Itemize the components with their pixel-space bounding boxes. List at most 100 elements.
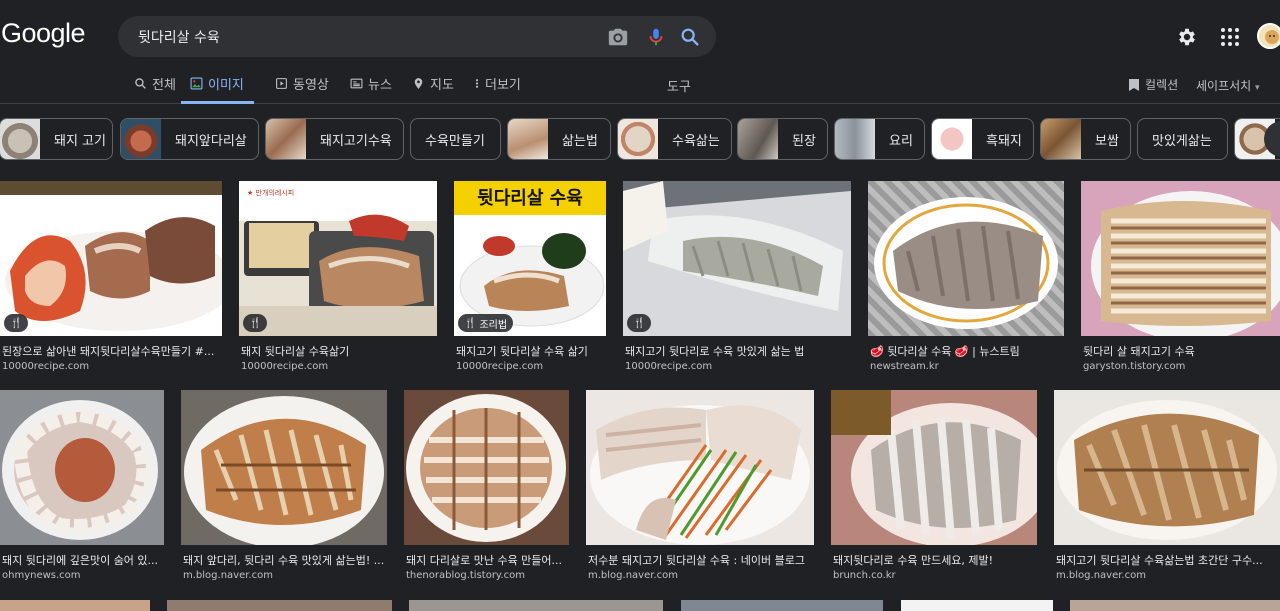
result-source[interactable]: 10000recipe.com	[241, 361, 328, 372]
image-result-partial[interactable]	[167, 600, 392, 611]
image-result[interactable]: 뒷다리살 수육 🍴 조리법 돼지고기 뒷다리살 수육 삶기 10000recipe…	[454, 181, 606, 372]
result-source[interactable]: m.blog.naver.com	[1056, 570, 1146, 581]
result-image[interactable]	[181, 390, 387, 545]
fork-knife-icon: 🍴	[249, 317, 262, 329]
search-icon[interactable]	[679, 26, 701, 48]
search-input[interactable]: 뒷다리살 수육	[138, 27, 220, 47]
result-source[interactable]: m.blog.naver.com	[588, 570, 678, 581]
result-image[interactable]	[1081, 181, 1280, 336]
image-result[interactable]: 저수분 돼지고기 뒷다리살 수육 : 네이버 블로그 m.blog.naver.…	[586, 390, 814, 581]
result-source[interactable]: 10000recipe.com	[2, 361, 89, 372]
result-caption[interactable]: 뒷다리 살 돼지고기 수육	[1083, 343, 1280, 359]
chip[interactable]: 보쌈	[1040, 118, 1131, 160]
result-image[interactable]: ★ 만개의레시피 🍴	[239, 181, 437, 336]
result-source[interactable]: thenorablog.tistory.com	[406, 570, 525, 581]
result-source[interactable]: brunch.co.kr	[833, 570, 896, 581]
food-photo	[1091, 191, 1280, 336]
chip[interactable]: 삶는법	[507, 118, 611, 160]
result-source[interactable]: newstream.kr	[870, 361, 939, 372]
camera-icon[interactable]	[607, 26, 629, 48]
tab-label: 이미지	[208, 78, 244, 93]
chip[interactable]: 요리	[834, 118, 925, 160]
tab-maps[interactable]: 지도	[412, 74, 454, 104]
result-caption[interactable]: 돼지 앞다리, 뒷다리 수육 맛있게 삶는법! ...	[183, 552, 385, 568]
recipe-badge: 🍴 조리법	[458, 314, 514, 332]
tab-more[interactable]: 더보기	[474, 74, 521, 104]
fork-knife-icon: 🍴	[633, 317, 646, 329]
image-result-partial[interactable]	[409, 600, 663, 611]
result-source[interactable]: m.blog.naver.com	[183, 570, 273, 581]
chip-label: 수육만들기	[425, 133, 485, 149]
image-result[interactable]: 돼지뒷다리로 수육 만드세요, 제발! brunch.co.kr	[831, 390, 1037, 581]
chip-thumbnail	[1041, 119, 1081, 159]
result-caption[interactable]: 돼지 다리살로 맛난 수육 만들어...	[406, 552, 566, 568]
result-image[interactable]	[0, 390, 164, 545]
chip[interactable]: 수육만들기	[410, 118, 501, 160]
chip[interactable]: 돼지 고기	[0, 118, 113, 160]
chip[interactable]: 돼지고기수육	[265, 118, 404, 160]
result-image[interactable]	[404, 390, 569, 545]
result-image[interactable]: 뒷다리살 수육 🍴 조리법	[454, 181, 606, 336]
result-source[interactable]: ohmynews.com	[2, 570, 81, 581]
image-result[interactable]: ★ 만개의레시피 🍴 돼지 뒷다리살 수육삶기 10000recipe.com	[239, 181, 437, 372]
svg-text:★ 만개의레시피: ★ 만개의레시피	[247, 188, 294, 197]
result-image[interactable]	[1054, 390, 1280, 545]
tab-videos[interactable]: 동영상	[275, 74, 329, 104]
chip[interactable]: 수육삶는	[617, 118, 732, 160]
image-result-partial[interactable]	[901, 600, 1053, 611]
safesearch-dropdown[interactable]: 세이프서치 ▾	[1196, 77, 1260, 94]
safesearch-label: 세이프서치	[1196, 79, 1252, 93]
result-caption[interactable]: 돼지뒷다리로 수육 만드세요, 제발!	[833, 552, 1037, 568]
image-result[interactable]: 🍴 된장으로 삶아낸 돼지뒷다리살수육만들기 #... 10000recipe.…	[0, 181, 222, 372]
tab-images[interactable]: 이미지	[181, 74, 254, 104]
chip-thumbnail	[835, 119, 875, 159]
search-box[interactable]: 뒷다리살 수육	[118, 16, 716, 57]
food-photo	[590, 405, 810, 545]
image-result-partial[interactable]	[1070, 600, 1280, 611]
result-caption[interactable]: 🥩 뒷다리살 수육 🥩 | 뉴스트림	[870, 343, 1064, 359]
food-photo	[831, 390, 1037, 545]
image-result[interactable]: 돼지 뒷다리에 깊은맛이 숨어 있... ohmynews.com	[0, 390, 164, 581]
result-source[interactable]: 10000recipe.com	[456, 361, 543, 372]
result-caption[interactable]: 돼지고기 뒷다리살 수육삶는법 초간단 구수...	[1056, 552, 1278, 568]
tab-all[interactable]: 전체	[134, 74, 176, 104]
result-image[interactable]	[868, 181, 1064, 336]
result-caption[interactable]: 저수분 돼지고기 뒷다리살 수육 : 네이버 블로그	[588, 552, 814, 568]
tab-label: 더보기	[485, 78, 521, 93]
food-photo	[2, 400, 158, 540]
chip-thumbnail	[618, 119, 658, 159]
image-result[interactable]: 🥩 뒷다리살 수육 🥩 | 뉴스트림 newstream.kr	[868, 181, 1064, 372]
result-image[interactable]	[586, 390, 814, 545]
result-caption[interactable]: 된장으로 삶아낸 돼지뒷다리살수육만들기 #...	[2, 343, 217, 359]
result-caption[interactable]: 돼지 뒷다리살 수육삶기	[241, 343, 437, 359]
tools-button[interactable]: 도구	[667, 76, 691, 95]
result-source[interactable]: 10000recipe.com	[625, 361, 712, 372]
image-result[interactable]: 돼지 다리살로 맛난 수육 만들어... thenorablog.tistory…	[404, 390, 569, 581]
image-result[interactable]: 돼지 앞다리, 뒷다리 수육 맛있게 삶는법! ... m.blog.naver…	[181, 390, 387, 581]
result-source[interactable]: garyston.tistory.com	[1083, 361, 1185, 372]
result-image[interactable]	[831, 390, 1037, 545]
result-caption[interactable]: 돼지고기 뒷다리로 수육 맛있게 삶는 법	[625, 343, 851, 359]
chip[interactable]: 맛있게삶는	[1137, 118, 1228, 160]
google-logo[interactable]: Google	[1, 18, 86, 49]
result-caption[interactable]: 돼지고기 뒷다리살 수육 삶기	[456, 343, 606, 359]
microphone-icon[interactable]	[645, 26, 667, 48]
result-image[interactable]: 🍴	[0, 181, 222, 336]
tab-label: 동영상	[293, 78, 329, 93]
image-result[interactable]: 뒷다리 살 돼지고기 수육 garyston.tistory.com	[1081, 181, 1280, 372]
apps-grid-icon[interactable]	[1220, 27, 1240, 47]
result-image[interactable]: 🍴	[623, 181, 851, 336]
image-result-partial[interactable]	[0, 600, 150, 611]
collections-button[interactable]: 컬렉션	[1128, 76, 1178, 93]
collections-label: 컬렉션	[1145, 78, 1179, 92]
image-result[interactable]: 🍴 돼지고기 뒷다리로 수육 맛있게 삶는 법 10000recipe.com	[623, 181, 851, 372]
chip[interactable]: 된장	[737, 118, 828, 160]
chip[interactable]: 흑돼지	[931, 118, 1034, 160]
account-avatar[interactable]	[1257, 23, 1280, 49]
image-result-partial[interactable]	[681, 600, 883, 611]
tab-news[interactable]: 뉴스	[350, 74, 392, 104]
chip[interactable]: 돼지앞다리살	[120, 118, 259, 160]
image-result[interactable]: 돼지고기 뒷다리살 수육삶는법 초간단 구수... m.blog.naver.c…	[1054, 390, 1280, 581]
result-caption[interactable]: 돼지 뒷다리에 깊은맛이 숨어 있...	[2, 552, 162, 568]
gear-icon[interactable]	[1176, 26, 1198, 48]
